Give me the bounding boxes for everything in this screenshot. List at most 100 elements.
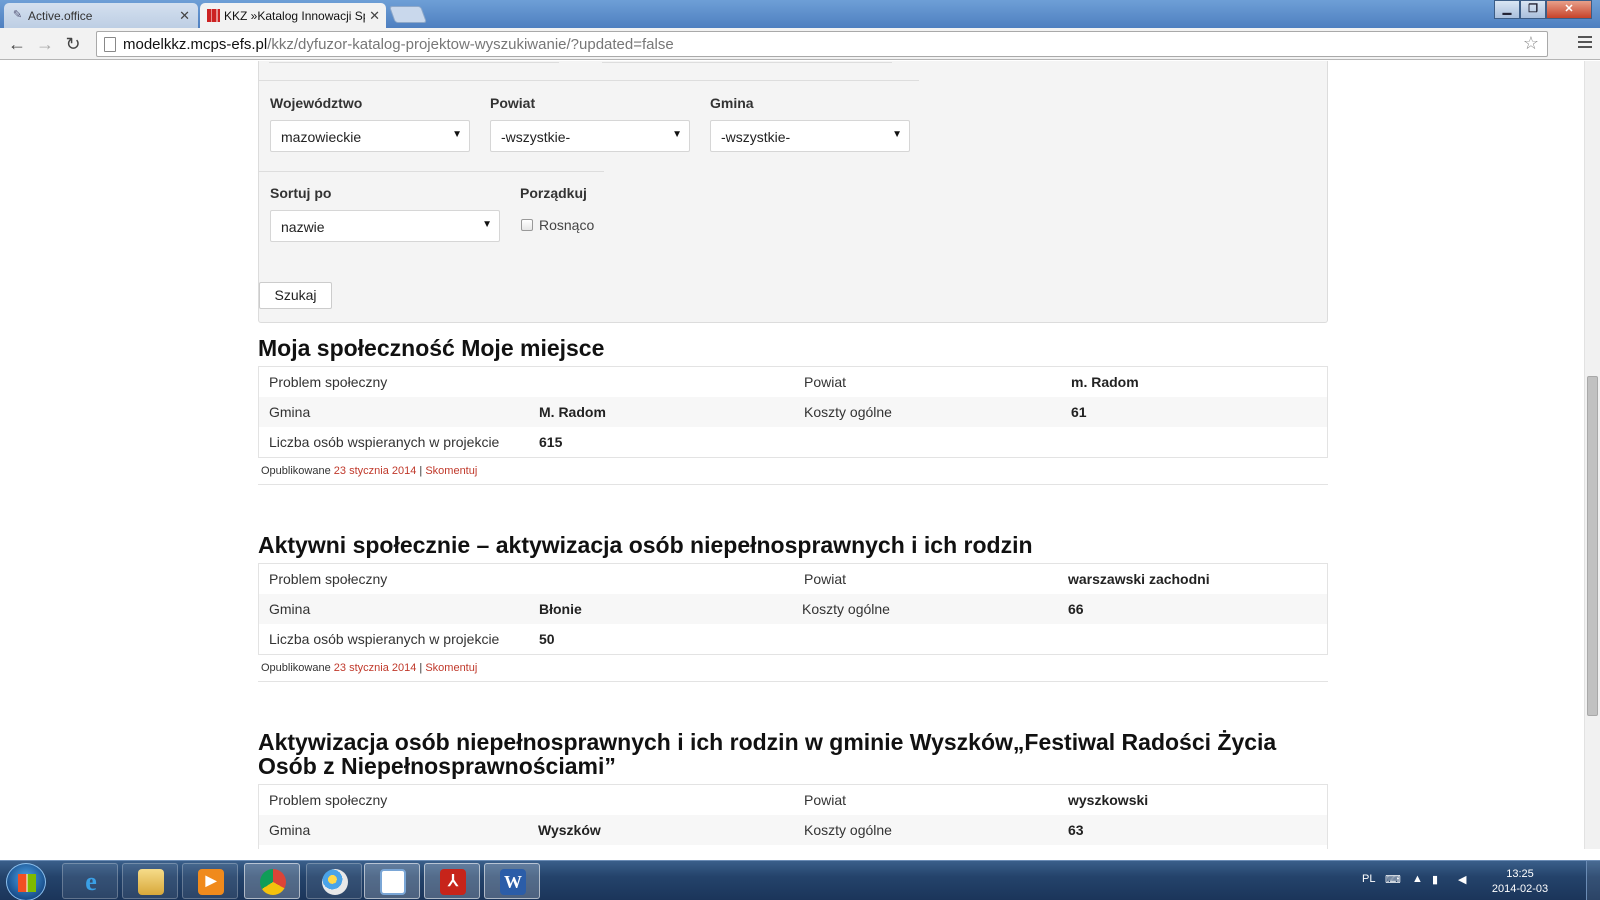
media-player-icon: ▶ (198, 869, 224, 895)
close-icon: ✕ (1564, 3, 1574, 15)
tab-kkz-katalog[interactable]: KKZ »Katalog Innowacji Sp ✕ (200, 3, 386, 29)
result-title[interactable]: Aktywizacja osób niepełnosprawnych i ich… (258, 730, 1328, 778)
show-hidden-icons-icon[interactable]: ▲ (1412, 873, 1426, 885)
dropdown-arrow-icon: ▼ (672, 129, 682, 140)
scrollbar-thumb[interactable] (1587, 376, 1598, 716)
taskbar-adobe-reader[interactable]: ⅄ (424, 863, 480, 899)
gmina-value: -wszystkie- (721, 129, 791, 145)
rosnaco-label: Rosnąco (539, 217, 595, 233)
language-indicator[interactable]: PL (1362, 873, 1375, 885)
minimize-icon: ▁ (1502, 3, 1512, 15)
sortuj-value: nazwie (281, 219, 325, 235)
liczba-label: Liczba osób wspieranych w projekcie (269, 434, 500, 450)
table-row: Problem społeczny Powiat warszawski zach… (259, 564, 1327, 594)
gmina-value: Wyszków (538, 822, 601, 838)
keyboard-icon[interactable]: ⌨ (1385, 873, 1401, 886)
result-details-table: Problem społeczny Powiat m. Radom Gmina … (258, 366, 1328, 458)
result-details-table: Problem społeczny Powiat wyszkowski Gmin… (258, 784, 1328, 849)
taskbar-notepad[interactable] (364, 863, 420, 899)
page-scrollbar[interactable] (1584, 61, 1600, 849)
published-prefix: Opublikowane (261, 662, 331, 674)
wojewodztwo-select[interactable]: mazowieckie ▼ (270, 120, 470, 152)
volume-icon[interactable]: ◀ (1458, 873, 1472, 886)
taskbar-media-player[interactable]: ▶ (182, 863, 238, 899)
maximize-button[interactable]: ❐ (1520, 0, 1546, 19)
internet-explorer-icon: e (85, 867, 97, 896)
rosnaco-checkbox[interactable] (521, 219, 533, 231)
taskbar-word[interactable]: W (484, 863, 540, 899)
result-title[interactable]: Aktywni społecznie – aktywizacja osób ni… (258, 533, 1328, 557)
dropdown-arrow-icon: ▼ (892, 129, 902, 140)
tab-title: Active.office (28, 9, 93, 23)
taskbar-file-explorer[interactable] (122, 863, 178, 899)
divider (259, 171, 604, 172)
network-signal-icon[interactable]: ▮ (1432, 873, 1446, 886)
published-meta: Opublikowane 23 stycznia 2014 | Skomentu… (261, 465, 477, 477)
address-bar[interactable]: modelkkz.mcps-efs.pl/kkz/dyfuzor-katalog… (96, 31, 1548, 57)
table-row: Gmina M. Radom Koszty ogólne 61 (259, 397, 1327, 427)
liczba-value: 615 (539, 434, 563, 450)
tab-close-icon[interactable]: ✕ (179, 8, 190, 24)
table-row: Gmina Błonie Koszty ogólne 66 (259, 594, 1327, 624)
gmina-select[interactable]: -wszystkie- ▼ (710, 120, 910, 152)
tab-close-icon[interactable]: ✕ (365, 8, 380, 24)
taskbar-internet-explorer[interactable]: e (62, 863, 118, 899)
rosnaco-checkbox-row[interactable]: Rosnąco (521, 217, 594, 233)
published-meta: Opublikowane 23 stycznia 2014 | Skomentu… (261, 662, 477, 674)
powiat-value: wyszkowski (1068, 792, 1149, 808)
window-controls: ▁ ❐ ✕ (1494, 0, 1592, 20)
gmina-value: M. Radom (539, 404, 606, 420)
close-window-button[interactable]: ✕ (1546, 0, 1592, 19)
divider (259, 80, 919, 81)
restore-icon: ❐ (1528, 3, 1538, 15)
start-button[interactable] (6, 863, 46, 900)
bookmark-star-icon[interactable]: ☆ (1523, 33, 1539, 54)
comment-link[interactable]: Skomentuj (425, 662, 477, 674)
kkz-favicon-icon (207, 9, 220, 22)
porzadkuj-label: Porządkuj (520, 185, 587, 201)
minimize-button[interactable]: ▁ (1494, 0, 1520, 19)
reload-icon[interactable]: ↻ (62, 33, 84, 55)
powiat-value: warszawski zachodni (1068, 571, 1210, 587)
published-prefix: Opublikowane (261, 465, 331, 477)
new-tab-button[interactable] (388, 6, 428, 23)
clock-date: 2014-02-03 (1491, 883, 1549, 895)
word-icon: W (500, 869, 526, 895)
taskbar-paint[interactable] (306, 863, 362, 899)
koszty-value: 63 (1068, 822, 1084, 838)
comment-link[interactable]: Skomentuj (425, 465, 477, 477)
divider (602, 62, 892, 63)
table-row: Gmina Wyszków Koszty ogólne 63 (259, 815, 1327, 845)
forward-arrow-icon[interactable]: → (34, 33, 56, 55)
notepad-icon (380, 869, 406, 895)
search-filter-panel: Województwo mazowieckie ▼ Powiat -wszyst… (258, 61, 1328, 323)
active-office-favicon-icon: ✎ (12, 9, 23, 21)
taskbar-chrome[interactable] (244, 863, 300, 899)
system-clock[interactable]: 13:25 2014-02-03 (1485, 867, 1555, 897)
result-details-table: Problem społeczny Powiat warszawski zach… (258, 563, 1328, 655)
sortuj-select[interactable]: nazwie ▼ (270, 210, 500, 242)
show-desktop-button[interactable] (1586, 861, 1600, 900)
back-arrow-icon[interactable]: ← (6, 33, 28, 55)
koszty-value: 66 (1068, 601, 1084, 617)
search-button[interactable]: Szukaj (259, 282, 332, 309)
tab-active-office[interactable]: ✎ Active.office ✕ (4, 3, 198, 29)
windows-logo-icon (18, 874, 36, 892)
clock-time: 13:25 (1506, 868, 1534, 880)
koszty-label: Koszty ogólne (802, 601, 890, 617)
tab-title: KKZ »Katalog Innowacji Sp (224, 9, 370, 23)
table-row: Liczba osób wspieranych w projekcie 615 (259, 427, 1327, 457)
powiat-label: Powiat (804, 792, 847, 808)
published-date-link[interactable]: 23 stycznia 2014 (334, 662, 417, 674)
dropdown-arrow-icon: ▼ (452, 129, 462, 140)
gmina-value: Błonie (539, 601, 582, 617)
dropdown-arrow-icon: ▼ (482, 219, 492, 230)
gmina-label: Gmina (710, 95, 754, 111)
paint-palette-icon (322, 869, 348, 895)
powiat-select[interactable]: -wszystkie- ▼ (490, 120, 690, 152)
powiat-label: Powiat (804, 374, 847, 390)
chrome-menu-icon[interactable] (1578, 36, 1592, 50)
result-title[interactable]: Moja społeczność Moje miejsce (258, 336, 1328, 360)
url-host: modelkkz.mcps-efs.pl (123, 36, 268, 53)
published-date-link[interactable]: 23 stycznia 2014 (334, 465, 417, 477)
